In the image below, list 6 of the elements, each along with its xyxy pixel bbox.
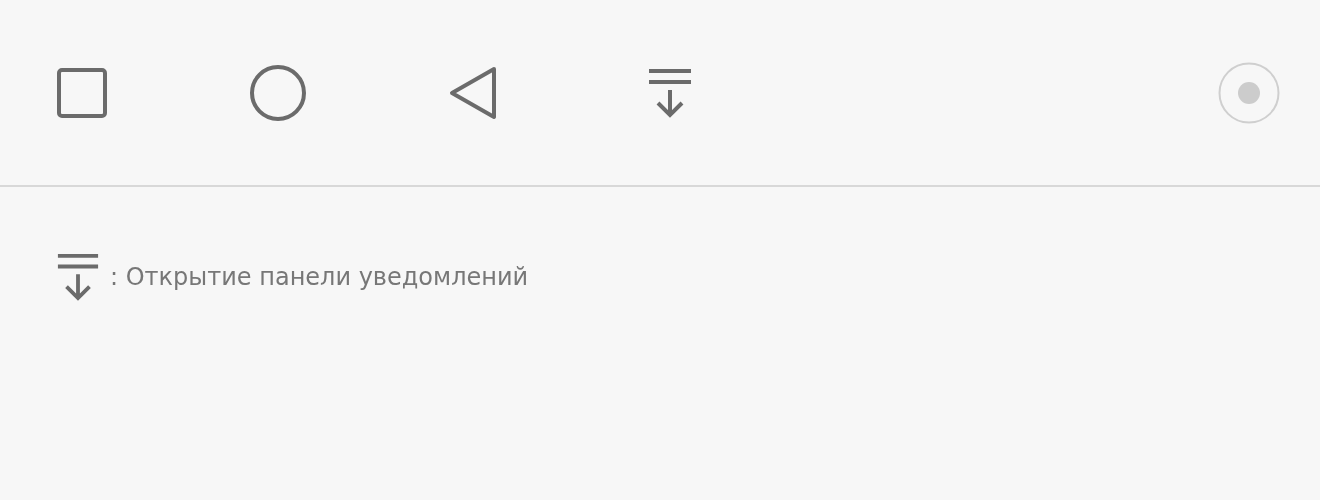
notification-panel-icon (56, 253, 100, 301)
square-icon (56, 66, 108, 119)
dot-circle-icon (1218, 61, 1280, 124)
legend-text: : Открытие панели уведомлений (110, 263, 529, 291)
down-arrow-icon (647, 67, 693, 118)
circle-icon (249, 63, 307, 122)
